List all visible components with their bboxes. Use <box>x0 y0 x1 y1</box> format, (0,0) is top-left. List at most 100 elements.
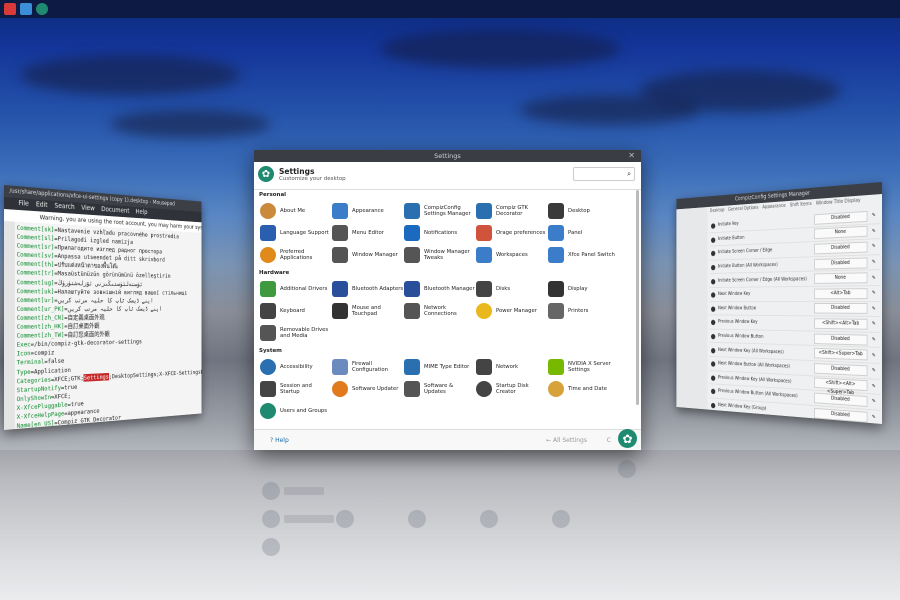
binding-value-button[interactable]: None <box>814 226 868 240</box>
settings-item-label: Network <box>496 363 519 370</box>
edit-icon[interactable]: ✎ <box>868 228 881 235</box>
settings-item-bluetooth-manager[interactable]: Bluetooth Manager <box>404 279 476 299</box>
menu-help[interactable]: Help <box>136 208 148 218</box>
settings-item-compiz-gtk-decorator[interactable]: Compiz GTK Decorator <box>476 201 548 221</box>
binding-value-button[interactable]: Disabled <box>814 210 868 225</box>
settings-item-session-and-startup[interactable]: Session and Startup <box>260 379 332 399</box>
settings-launcher-icon[interactable] <box>36 3 48 15</box>
all-settings-button[interactable]: ← All Settings <box>546 437 587 444</box>
binding-value-button[interactable]: Disabled <box>814 303 868 315</box>
binding-value-button[interactable]: <Alt>Tab <box>814 287 868 299</box>
edit-icon[interactable]: ✎ <box>868 398 881 405</box>
settings-item-menu-editor[interactable]: Menu Editor <box>332 223 404 243</box>
settings-item-desktop[interactable]: Desktop <box>548 201 620 221</box>
edit-icon[interactable]: ✎ <box>868 212 881 219</box>
binding-value-button[interactable]: None <box>814 272 868 285</box>
menu-search[interactable]: Search <box>55 202 75 213</box>
value-text: =اپنے ڈیسک ٹاپ کا حلیہ مرتب کریں <box>64 304 162 313</box>
settings-item-network-connections[interactable]: Network Connections <box>404 301 476 321</box>
settings-titlebar[interactable]: Settings ✕ <box>254 150 641 162</box>
edit-icon[interactable]: ✎ <box>868 383 881 390</box>
close-button[interactable]: C <box>607 437 611 444</box>
binding-value-button[interactable]: <Shift><Alt>Tab <box>814 318 868 330</box>
binding-value-button[interactable]: Disabled <box>814 241 868 255</box>
wm-tweaks-icon <box>404 247 420 263</box>
settings-item-printers[interactable]: Printers <box>548 301 620 321</box>
tab-window-title-display[interactable]: Window Title Display <box>816 198 861 210</box>
menu-edit[interactable]: Edit <box>36 200 48 211</box>
binding-value-button[interactable]: Disabled <box>814 333 868 346</box>
settings-item-software-updates[interactable]: Software & Updates <box>404 379 476 399</box>
settings-item-accessibility[interactable]: Accessibility <box>260 357 332 377</box>
settings-item-appearance[interactable]: Appearance <box>332 201 404 221</box>
settings-item-mime-type-editor[interactable]: MIME Type Editor <box>404 357 476 377</box>
binding-value-button[interactable]: <Shift><Super>Tab <box>814 347 868 361</box>
scrollbar[interactable] <box>636 190 639 405</box>
editor-text[interactable]: Comment[sk]=Nastavenie vzhľadu pracovnéh… <box>4 221 202 430</box>
search-input[interactable]: ⌕ <box>573 167 635 181</box>
binding-value-button[interactable]: Disabled <box>814 362 868 377</box>
edit-icon[interactable]: ✎ <box>868 337 881 343</box>
app-launcher-icon[interactable] <box>4 3 16 15</box>
settings-item-power-manager[interactable]: Power Manager <box>476 301 548 321</box>
settings-footer: ? Help ← All Settings C ✿ <box>254 429 641 450</box>
settings-item-users-and-groups[interactable]: Users and Groups <box>260 401 332 421</box>
edit-icon[interactable]: ✎ <box>868 259 881 265</box>
settings-item-preferred-applications[interactable]: Preferred Applications <box>260 245 332 265</box>
edit-icon[interactable]: ✎ <box>868 368 881 375</box>
file-manager-icon[interactable] <box>20 3 32 15</box>
settings-item-window-manager[interactable]: Window Manager <box>332 245 404 265</box>
settings-item-display[interactable]: Display <box>548 279 620 299</box>
help-button[interactable]: ? Help <box>270 437 289 444</box>
menu-view[interactable]: View <box>81 204 94 214</box>
edit-icon[interactable]: ✎ <box>868 414 881 421</box>
settings-item-language-support[interactable]: Language Support <box>260 223 332 243</box>
settings-item-label: Language Support <box>280 229 329 236</box>
value-text: =ئۈستەلئۈستىڭىزنى ئۆزلەشتۈرۈڭ <box>54 278 143 288</box>
binding-value-button[interactable]: <Shift><Alt><Super>Tab <box>814 377 868 396</box>
settings-item-startup-disk-creator[interactable]: Startup Disk Creator <box>476 379 548 399</box>
menu-document[interactable]: Document <box>101 205 129 216</box>
settings-item-disks[interactable]: Disks <box>476 279 548 299</box>
edit-icon[interactable]: ✎ <box>868 321 881 327</box>
settings-item-label: Mouse and Touchpad <box>352 304 381 317</box>
settings-item-mouse-and-touchpad[interactable]: Mouse and Touchpad <box>332 301 404 321</box>
edit-icon[interactable]: ✎ <box>868 275 881 281</box>
settings-window[interactable]: Settings ✕ ✿ Settings Customize your des… <box>254 150 641 450</box>
edit-icon[interactable]: ✎ <box>868 244 881 250</box>
edit-icon[interactable]: ✎ <box>868 352 881 358</box>
settings-item-keyboard[interactable]: Keyboard <box>260 301 332 321</box>
tab-general-options[interactable]: General Options <box>728 205 758 215</box>
ccsm-window[interactable]: CompizConfig Settings Manager Desktop Ge… <box>676 182 882 424</box>
settings-item-label: NVIDIA X Server Settings <box>568 360 611 373</box>
settings-item-time-and-date[interactable]: Time and Date <box>548 379 620 399</box>
settings-item-notifications[interactable]: Notifications <box>404 223 476 243</box>
settings-item-nvidia-x-server-settings[interactable]: NVIDIA X Server Settings <box>548 357 620 377</box>
settings-item-software-updater[interactable]: Software Updater <box>332 379 404 399</box>
edit-icon[interactable]: ✎ <box>868 306 881 312</box>
binding-value-button[interactable]: Disabled <box>814 257 868 270</box>
edit-icon[interactable]: ✎ <box>868 290 881 296</box>
tab-desktop[interactable]: Desktop <box>710 208 725 217</box>
binding-value-button[interactable]: Disabled <box>814 392 868 407</box>
settings-item-xfce-panel-switch[interactable]: Xfce Panel Switch <box>548 245 620 265</box>
settings-item-removable-drives-and-media[interactable]: Removable Drives and Media <box>260 323 332 343</box>
tab-appearance[interactable]: Appearance <box>762 203 786 213</box>
tab-shift-items[interactable]: Shift Items <box>790 201 812 211</box>
settings-item-bluetooth-adapters[interactable]: Bluetooth Adapters <box>332 279 404 299</box>
close-icon[interactable]: ✕ <box>628 150 635 162</box>
settings-item-firewall-configuration[interactable]: Firewall Configuration <box>332 357 404 377</box>
settings-item-window-manager-tweaks[interactable]: Window Manager Tweaks <box>404 245 476 265</box>
notifications-icon <box>404 225 420 241</box>
key-text: Comment[sv] <box>16 250 55 260</box>
settings-item-about-me[interactable]: About Me <box>260 201 332 221</box>
menu-file[interactable]: File <box>18 199 28 210</box>
settings-item-compizconfig-settings-manager[interactable]: CompizConfig Settings Manager <box>404 201 476 221</box>
settings-item-workspaces[interactable]: Workspaces <box>476 245 548 265</box>
settings-item-additional-drivers[interactable]: Additional Drivers <box>260 279 332 299</box>
settings-item-orage-preferences[interactable]: Orage preferences <box>476 223 548 243</box>
mousepad-window[interactable]: /usr/share/applications/xfce-ui-settings… <box>4 185 202 430</box>
settings-item-panel[interactable]: Panel <box>548 223 620 243</box>
settings-item-network[interactable]: Network <box>476 357 548 377</box>
settings-item-label: MIME Type Editor <box>424 363 470 370</box>
